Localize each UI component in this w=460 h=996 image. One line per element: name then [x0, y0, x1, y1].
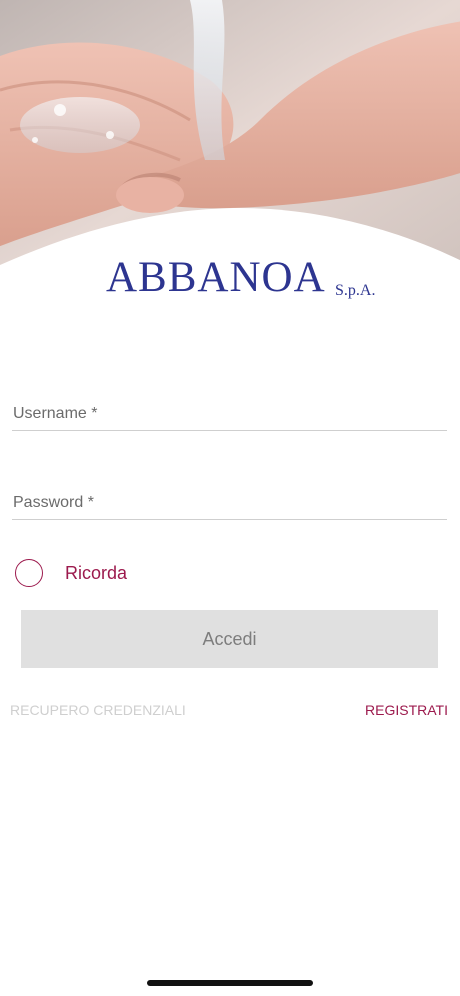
- brand-name: ABBANOA: [106, 254, 326, 301]
- username-field[interactable]: Username *: [12, 390, 451, 432]
- password-field[interactable]: Password *: [12, 479, 451, 521]
- home-indicator[interactable]: [147, 980, 313, 986]
- hero-image: [0, 0, 460, 290]
- recover-credentials-link[interactable]: RECUPERO CREDENZIALI: [10, 702, 186, 718]
- register-link[interactable]: REGISTRATI: [365, 702, 448, 718]
- password-input[interactable]: [12, 479, 451, 521]
- remember-radio-icon[interactable]: [15, 559, 43, 587]
- username-input[interactable]: [12, 390, 451, 432]
- brand-logo: ABBANOA S.p.A.: [0, 250, 460, 310]
- brand-suffix: S.p.A.: [335, 282, 376, 299]
- login-button[interactable]: Accedi: [21, 610, 438, 668]
- remember-toggle[interactable]: Ricorda: [15, 556, 215, 590]
- remember-label: Ricorda: [65, 562, 128, 583]
